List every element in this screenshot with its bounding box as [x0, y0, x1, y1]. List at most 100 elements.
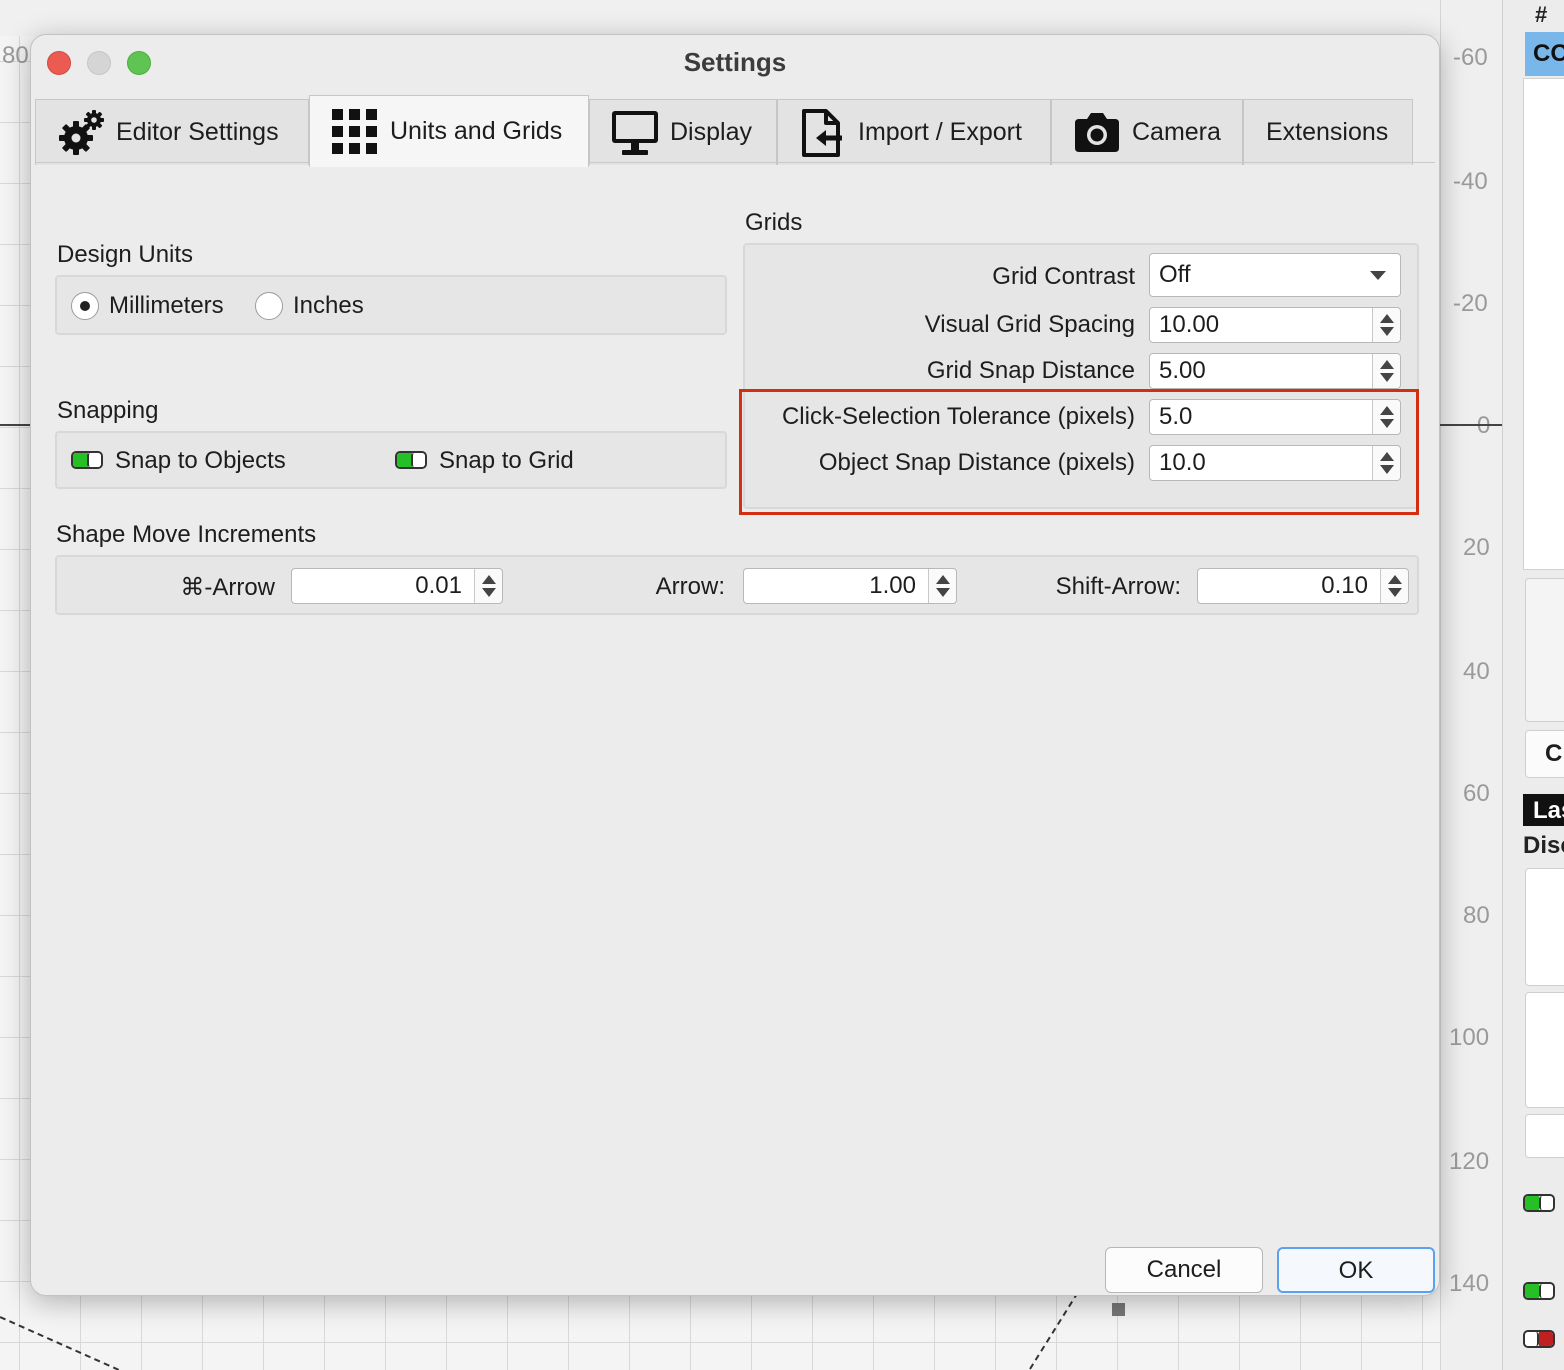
section-label: Disc: [1523, 832, 1564, 859]
inches-radio[interactable]: [255, 292, 283, 320]
stepper-buttons[interactable]: [1380, 569, 1408, 603]
snapping-title: Snapping: [57, 397, 159, 424]
panel-toggle[interactable]: [1523, 1194, 1555, 1212]
shift-arrow-label: Shift-Arrow:: [1055, 573, 1181, 600]
settings-dialog: Settings Editor Settings Units and Grids…: [30, 34, 1440, 1296]
stepper-buttons[interactable]: [1372, 446, 1400, 480]
stepper-buttons[interactable]: [928, 569, 956, 603]
decrement-arrow-icon[interactable]: [1380, 419, 1394, 428]
snap-to-grid-label[interactable]: Snap to Grid: [439, 447, 574, 475]
canvas-top-strip: [0, 0, 1502, 36]
ruler-label: 0: [1477, 412, 1490, 440]
visual-grid-spacing-value[interactable]: 10.00: [1159, 308, 1219, 342]
grid-snap-distance-label: Grid Snap Distance: [926, 357, 1135, 384]
ruler-label: 60: [1463, 780, 1490, 807]
panel-button-label: C: [1545, 740, 1563, 767]
grid-contrast-label: Grid Contrast: [992, 263, 1135, 290]
stepper-buttons[interactable]: [1372, 400, 1400, 434]
vertical-ruler: -60 -40 -20 0 20 40 60 80 100 120 140: [1440, 0, 1502, 1370]
shape-move-increments-group: ⌘-Arrow 0.01 Arrow: 1.00 Shift-Arrow: 0.…: [55, 555, 1419, 615]
millimeters-label[interactable]: Millimeters: [109, 292, 224, 320]
shift-arrow-stepper[interactable]: 0.10: [1197, 568, 1409, 604]
dashed-path: [0, 1316, 120, 1370]
panel-field[interactable]: [1525, 992, 1564, 1108]
increment-arrow-icon[interactable]: [1380, 360, 1394, 369]
snap-to-objects-toggle[interactable]: [71, 451, 103, 469]
inches-label[interactable]: Inches: [293, 292, 364, 320]
increment-arrow-icon[interactable]: [482, 575, 496, 584]
canvas-handle[interactable]: [1112, 1303, 1125, 1316]
arrow-stepper[interactable]: 1.00: [743, 568, 957, 604]
ruler-label: 40: [1463, 658, 1490, 685]
selected-list-row[interactable]: CO: [1525, 32, 1564, 76]
panel-box: [1525, 578, 1564, 722]
left-axis-line: [0, 424, 30, 426]
click-selection-tolerance-label: Click-Selection Tolerance (pixels): [781, 403, 1135, 430]
decrement-arrow-icon[interactable]: [1380, 373, 1394, 382]
panel-field[interactable]: [1525, 868, 1564, 986]
ruler-label: -40: [1453, 168, 1488, 195]
shape-move-increments-title: Shape Move Increments: [56, 521, 317, 548]
snapping-group: Snap to Objects Snap to Grid: [55, 431, 727, 489]
arrow-value[interactable]: 1.00: [869, 569, 916, 603]
left-ruler-label: 80: [2, 42, 29, 69]
ruler-zero-line: [1440, 424, 1502, 426]
visual-grid-spacing-label: Visual Grid Spacing: [924, 311, 1135, 338]
cmd-arrow-value[interactable]: 0.01: [415, 569, 462, 603]
stepper-buttons[interactable]: [1372, 354, 1400, 388]
ruler-label: 80: [1463, 902, 1490, 929]
click-selection-tolerance-value[interactable]: 5.0: [1159, 400, 1192, 434]
grid-contrast-value: Off: [1159, 261, 1191, 288]
stepper-buttons[interactable]: [474, 569, 502, 603]
stepper-buttons[interactable]: [1372, 308, 1400, 342]
cancel-button[interactable]: Cancel: [1105, 1247, 1263, 1293]
decrement-arrow-icon[interactable]: [936, 588, 950, 597]
cmd-arrow-label: ⌘-Arrow: [180, 574, 275, 601]
increment-arrow-icon[interactable]: [1380, 406, 1394, 415]
decrement-arrow-icon[interactable]: [1380, 465, 1394, 474]
ruler-label: -60: [1453, 44, 1488, 71]
grids-group: Grid Contrast Off Visual Grid Spacing 10…: [743, 243, 1419, 509]
decrement-arrow-icon[interactable]: [1380, 327, 1394, 336]
grid-icon: [332, 108, 377, 154]
ruler-label: 20: [1463, 534, 1490, 561]
grids-title: Grids: [745, 209, 803, 236]
ruler-label: -20: [1453, 290, 1488, 317]
object-snap-distance-label: Object Snap Distance (pixels): [818, 449, 1135, 476]
increment-arrow-icon[interactable]: [1388, 575, 1402, 584]
layer-header-label: Las: [1533, 797, 1564, 824]
grid-snap-distance-value[interactable]: 5.00: [1159, 354, 1206, 388]
shift-arrow-value[interactable]: 0.10: [1321, 569, 1368, 603]
layer-header: Las: [1523, 794, 1564, 826]
arrow-label: Arrow:: [655, 573, 725, 600]
grid-snap-distance-stepper[interactable]: 5.00: [1149, 353, 1401, 389]
snap-to-grid-toggle[interactable]: [395, 451, 427, 469]
ruler-label: 120: [1449, 1148, 1490, 1175]
panel-toggle-off[interactable]: [1523, 1330, 1555, 1348]
visual-grid-spacing-stepper[interactable]: 10.00: [1149, 307, 1401, 343]
tab-units-and-grids[interactable]: Units and Grids: [309, 95, 589, 167]
object-snap-distance-value[interactable]: 10.0: [1159, 446, 1206, 480]
list-area[interactable]: [1523, 78, 1564, 570]
dashed-path-right: [1029, 1292, 1079, 1370]
increment-arrow-icon[interactable]: [1380, 314, 1394, 323]
object-snap-distance-stepper[interactable]: 10.0: [1149, 445, 1401, 481]
panel-toggle[interactable]: [1523, 1282, 1555, 1300]
cmd-arrow-stepper[interactable]: 0.01: [291, 568, 503, 604]
ruler-label: 140: [1449, 1270, 1490, 1297]
selected-row-text: CO: [1533, 40, 1564, 67]
design-units-title: Design Units: [57, 241, 194, 268]
side-panel: # CO C Las Disc: [1502, 0, 1564, 1370]
increment-arrow-icon[interactable]: [936, 575, 950, 584]
decrement-arrow-icon[interactable]: [1388, 588, 1402, 597]
units-and-grids-panel: Design Units Millimeters Inches Snapping…: [31, 35, 1439, 1035]
grid-contrast-select[interactable]: Off: [1149, 253, 1401, 297]
chevron-down-icon: [1370, 271, 1386, 280]
increment-arrow-icon[interactable]: [1380, 452, 1394, 461]
decrement-arrow-icon[interactable]: [482, 588, 496, 597]
snap-to-objects-label[interactable]: Snap to Objects: [115, 447, 286, 475]
ok-button[interactable]: OK: [1277, 1247, 1435, 1293]
click-selection-tolerance-stepper[interactable]: 5.0: [1149, 399, 1401, 435]
millimeters-radio[interactable]: [71, 292, 99, 320]
panel-field[interactable]: [1525, 1114, 1564, 1158]
